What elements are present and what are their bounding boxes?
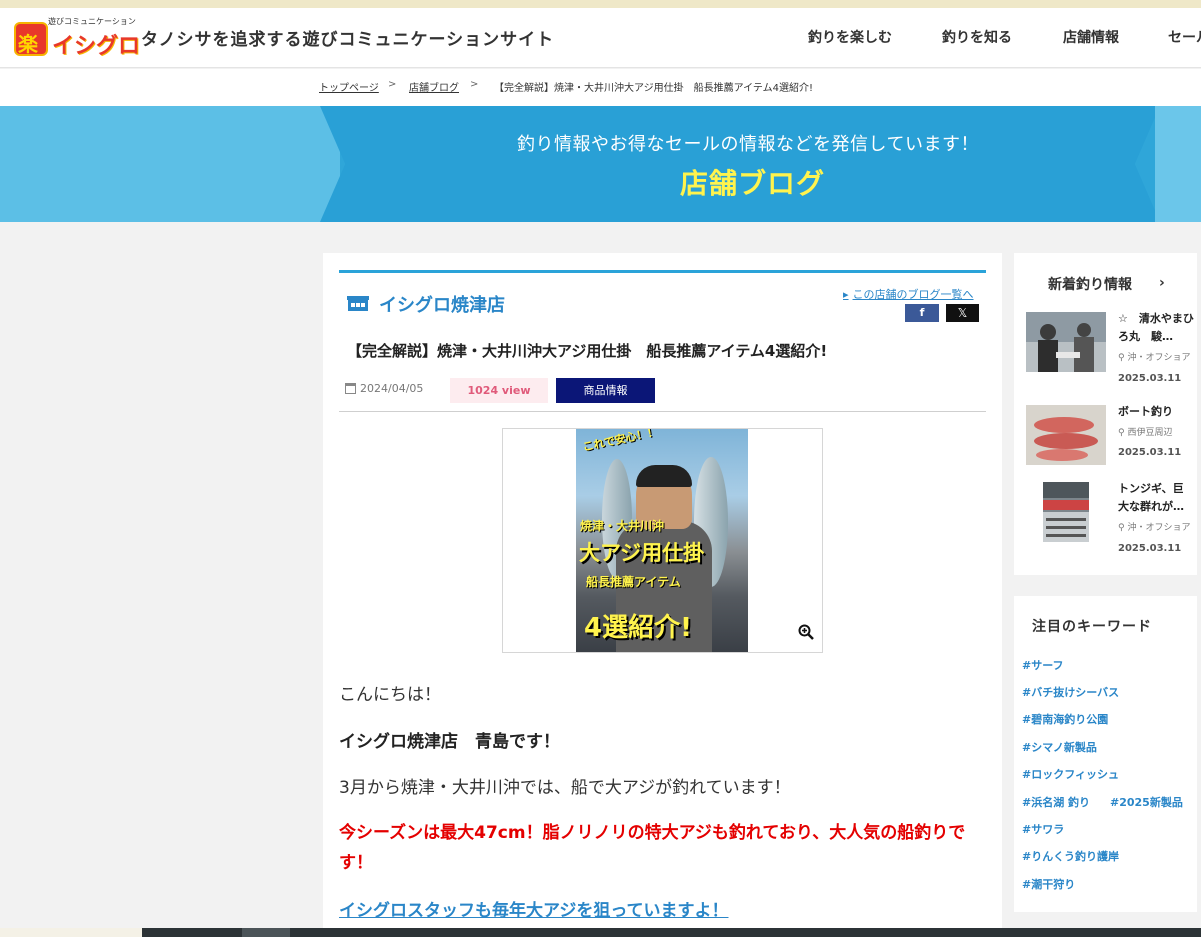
taskbar-segment (0, 928, 142, 937)
news-item[interactable]: ボート釣り ⚲ 西伊豆周辺 2025.03.11 (1026, 405, 1196, 475)
news-item[interactable]: ☆ 清水やまひろ丸 駿… ⚲ 沖・オフショア 2025.03.11 (1026, 312, 1196, 384)
breadcrumb-store-blog[interactable]: 店舗ブログ (409, 79, 459, 94)
news-location: ⚲ 沖・オフショア (1118, 353, 1191, 363)
keyword-link[interactable]: #りんくう釣り護岸 (1022, 848, 1119, 864)
news-headline: ボート釣り (1118, 405, 1173, 418)
news-thumbnail (1026, 405, 1106, 465)
keyword-link[interactable]: #シマノ新製品 (1022, 739, 1097, 755)
news-thumbnail (1043, 482, 1089, 542)
latest-fishing-info-panel: 新着釣り情報 › ☆ 清水やまひろ丸 駿… ⚲ 沖・オフショア 2025.03.… (1014, 253, 1197, 575)
calendar-icon (345, 383, 356, 394)
news-location: ⚲ 西伊豆周辺 (1118, 428, 1173, 438)
post-title: 【完全解説】焼津・大井川沖大アジ用仕掛 船長推薦アイテム4選紹介! (347, 342, 828, 360)
latest-fishing-info-title[interactable]: 新着釣り情報 (1048, 274, 1132, 294)
view-count-badge: 1024 view (450, 378, 548, 403)
site-header: 遊びコミュニケーション 楽 イシグロ タノシサを追求する遊びコミュニケーションサ… (0, 8, 1201, 68)
image-caption-3: 大アジ用仕掛 (579, 541, 705, 565)
nav-item-sale[interactable]: セール (1168, 27, 1201, 47)
news-headline: ☆ 清水やまひろ丸 駿… (1118, 312, 1194, 343)
logo-subtext: 遊びコミュニケーション (48, 17, 136, 26)
nav-item-store-info[interactable]: 店舗情報 (1063, 27, 1119, 47)
site-tagline: タノシサを追求する遊びコミュニケーションサイト (141, 30, 555, 50)
featured-image[interactable]: これで安心！！ 焼津・大井川沖 大アジ用仕掛 船長推薦アイテム 4選紹介! (576, 429, 748, 652)
keyword-link[interactable]: #バチ抜けシーバス (1022, 684, 1119, 700)
body-link[interactable]: イシグロスタッフも毎年大アジを狙っていますよ！ (339, 896, 728, 921)
logo-wordmark: イシグロ (52, 34, 141, 59)
news-item[interactable]: トンジギ、巨大な群れが… ⚲ 沖・オフショア 2025.03.11 (1026, 482, 1196, 554)
keyword-link[interactable]: #碧南海釣り公園 (1022, 711, 1108, 727)
news-thumbnail (1026, 312, 1106, 372)
trending-keywords-panel: 注目のキーワード #サーフ #バチ抜けシーバス #碧南海釣り公園 #シマノ新製品… (1014, 596, 1197, 912)
news-date: 2025.03.11 (1118, 543, 1182, 554)
body-paragraph: 3月から焼津・大井川沖では、船で大アジが釣れています！ (339, 778, 791, 798)
keyword-link[interactable]: #潮干狩り (1022, 876, 1075, 892)
banner-decoration (0, 106, 340, 222)
breadcrumb: トップページ > 店舗ブログ > 【完全解説】焼津・大井川沖大アジ用仕掛 船長推… (0, 69, 1201, 106)
store-blog-list-label: この店舗のブログ一覧へ (852, 288, 974, 301)
news-date: 2025.03.11 (1118, 373, 1182, 384)
store-name[interactable]: イシグロ焼津店 (379, 291, 505, 317)
image-caption-2: 焼津・大井川沖 (580, 519, 665, 533)
banner-title: 店舗ブログ (680, 167, 826, 200)
image-caption-1: これで安心！！ (581, 429, 660, 454)
keyword-link[interactable]: #ロックフィッシュ (1022, 766, 1119, 782)
os-taskbar (0, 928, 1201, 937)
image-person-cap (636, 465, 692, 487)
post-date: 2024/04/05 (360, 382, 424, 395)
breadcrumb-separator: > (388, 79, 397, 90)
blog-article: イシグロ焼津店 ▸ この店舗のブログ一覧へ f 𝕏 【完全解説】焼津・大井川沖大ア… (323, 253, 1002, 937)
browser-top-strip (0, 0, 1201, 8)
breadcrumb-current: 【完全解説】焼津・大井川沖大アジ用仕掛 船長推薦アイテム4選紹介! (494, 83, 813, 94)
breadcrumb-home[interactable]: トップページ (319, 79, 379, 94)
image-caption-5: 4選紹介! (584, 613, 692, 643)
body-staff-intro: イシグロ焼津店 青島です！ (339, 732, 560, 752)
keyword-link[interactable]: #サーフ (1022, 657, 1064, 673)
store-blog-list-link[interactable]: ▸ この店舗のブログ一覧へ (843, 286, 974, 302)
keyword-link[interactable]: #浜名湖 釣り (1022, 794, 1090, 810)
breadcrumb-separator: > (470, 79, 479, 90)
page-banner: 釣り情報やお得なセールの情報などを発信しています！ 店舗ブログ (0, 106, 1201, 222)
facebook-share-button[interactable]: f (905, 304, 939, 322)
category-tag[interactable]: 商品情報 (556, 378, 655, 403)
logo-mark-icon: 楽 (14, 22, 48, 56)
chevron-right-icon[interactable]: › (1159, 275, 1165, 291)
news-location: ⚲ 沖・オフショア (1118, 523, 1191, 533)
nav-item-learn-fishing[interactable]: 釣りを知る (942, 27, 1012, 47)
taskbar-segment[interactable] (242, 928, 290, 937)
news-headline: トンジギ、巨大な群れが… (1118, 482, 1184, 513)
banner-decoration (1155, 106, 1201, 222)
zoom-in-icon[interactable] (798, 624, 814, 640)
caret-right-icon: ▸ (843, 288, 849, 301)
featured-image-frame: これで安心！！ 焼津・大井川沖 大アジ用仕掛 船長推薦アイテム 4選紹介! (502, 428, 823, 653)
keyword-link[interactable]: #2025新製品 (1110, 794, 1183, 810)
news-date: 2025.03.11 (1118, 447, 1182, 458)
trending-keywords-title: 注目のキーワード (1032, 619, 1152, 635)
x-share-button[interactable]: 𝕏 (946, 304, 979, 322)
article-top-bar (339, 270, 986, 273)
main-nav: 釣りを楽しむ 釣りを知る 店舗情報 セール (808, 27, 1201, 49)
image-caption-4: 船長推薦アイテム (586, 575, 681, 589)
store-icon (347, 296, 369, 311)
nav-item-enjoy-fishing[interactable]: 釣りを楽しむ (808, 27, 892, 47)
body-greeting: こんにちは！ (339, 685, 441, 705)
banner-subtitle: 釣り情報やお得なセールの情報などを発信しています！ (517, 134, 979, 155)
divider (339, 411, 986, 412)
site-logo[interactable]: 遊びコミュニケーション 楽 イシグロ (12, 14, 140, 62)
body-highlight: 今シーズンは最大47cm！脂ノリノリの特大アジも釣れており、大人気の船釣りです！ (339, 823, 966, 873)
keyword-link[interactable]: #サワラ (1022, 821, 1064, 837)
